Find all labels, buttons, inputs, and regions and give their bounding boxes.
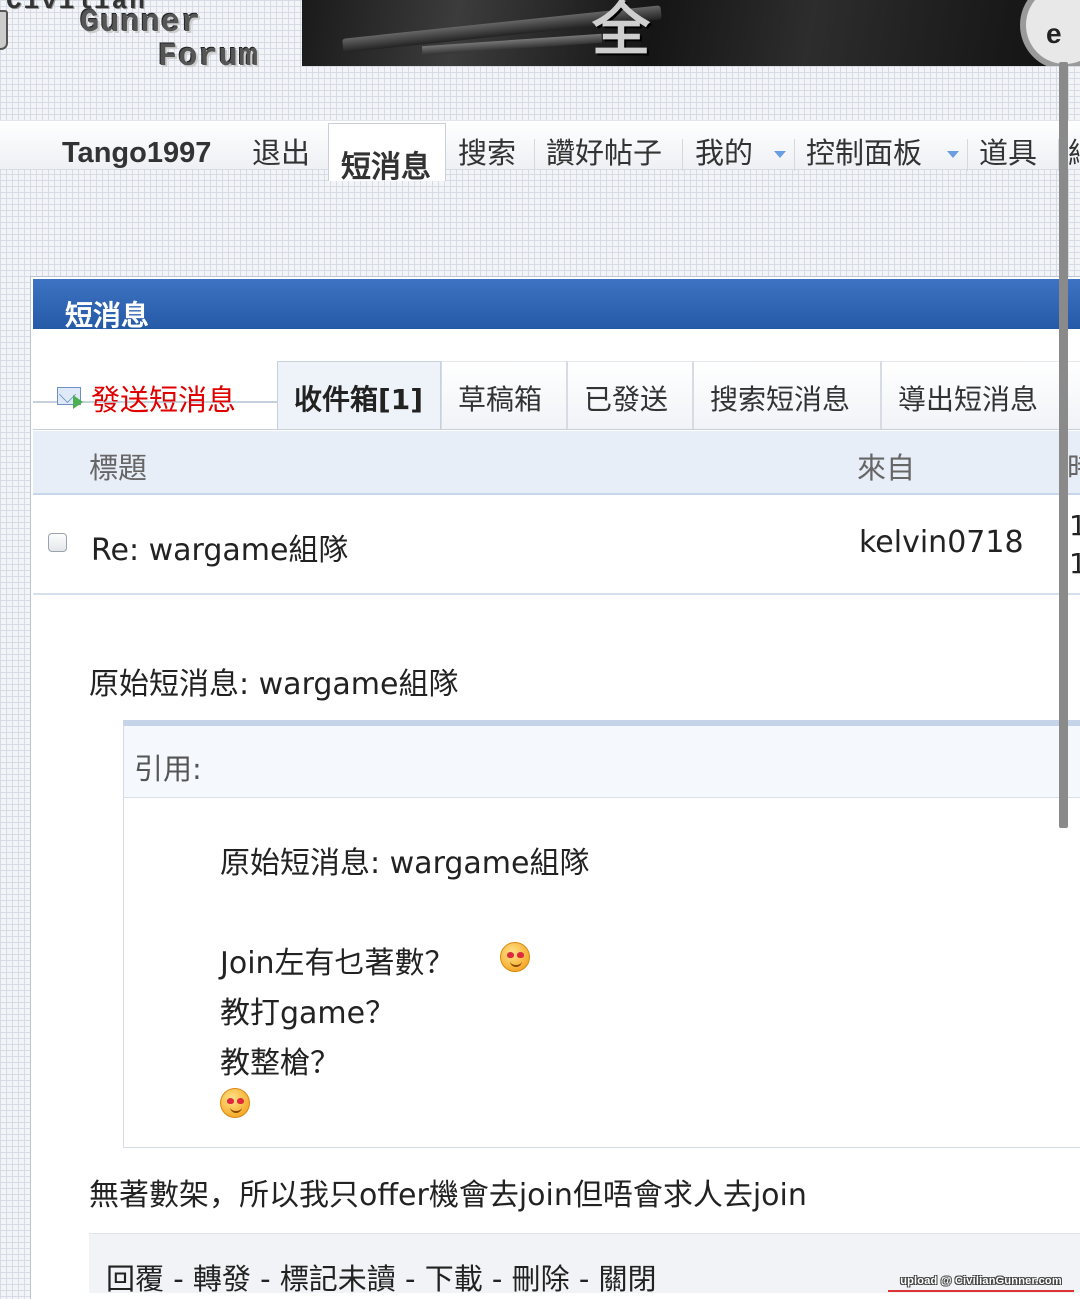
original-message-title: 原始短消息: wargame組隊 xyxy=(89,667,459,702)
nav-my-menu[interactable]: 我的 xyxy=(695,135,753,171)
tab-inbox[interactable]: 收件箱[1] xyxy=(277,361,441,429)
tab-sent-label: 已發送 xyxy=(584,383,669,416)
upload-watermark: upload @ CivilianGunner.com xyxy=(888,1274,1074,1292)
quote-line-text: Join左有乜著數？ xyxy=(220,946,455,981)
tab-export-messages[interactable]: 導出短消息 xyxy=(881,361,1080,429)
pm-tabs: 發送短消息 收件箱[1] 草稿箱 已發送 搜索短消息 導出短消息 xyxy=(33,337,1080,430)
banner-badge: e xyxy=(1020,0,1080,66)
message-actions-links[interactable]: 回覆 - 轉發 - 標記未讀 - 下載 - 刪除 - 關閉 xyxy=(106,1256,657,1298)
pm-panel-header: 短消息 xyxy=(33,279,1080,332)
top-nav: Tango1997 退出 短消息 搜索 讚好帖子 我的 控制面板 道具 網 xyxy=(0,120,1080,185)
nav-control-panel[interactable]: 控制面板 xyxy=(806,135,922,171)
nav-more[interactable]: 網 xyxy=(1068,135,1080,171)
tab-drafts-label: 草稿箱 xyxy=(458,383,543,416)
pm-panel: 短消息 發送短消息 收件箱[1] 草稿箱 已發送 搜索短消息 導出短消息 標題 … xyxy=(30,276,1080,1299)
nav-search[interactable]: 搜索 xyxy=(458,135,516,171)
select-checkbox[interactable] xyxy=(48,533,67,552)
reply-text: 無著數架，所以我只offer機會去join但唔會求人去join xyxy=(89,1178,807,1213)
quote-line: 教打game？ xyxy=(220,996,396,1031)
column-subject[interactable]: 標題 xyxy=(89,445,147,487)
tab-drafts[interactable]: 草稿箱 xyxy=(441,361,567,429)
pm-panel-title: 短消息 xyxy=(65,299,150,332)
tab-search-messages-label: 搜索短消息 xyxy=(710,383,851,416)
logo-line-2: Forum xyxy=(158,38,260,75)
tab-inbox-label: 收件箱[1] xyxy=(294,383,424,416)
nav-items[interactable]: 道具 xyxy=(979,135,1037,171)
nav-logout[interactable]: 退出 xyxy=(252,135,310,171)
site-logo[interactable]: Civilian Gunner Forum xyxy=(0,0,300,75)
page-scrollbar[interactable] xyxy=(1059,62,1068,828)
message-subject[interactable]: Re: wargame組隊 xyxy=(91,525,348,569)
nav-liked-posts[interactable]: 讚好帖子 xyxy=(546,135,662,171)
message-sender[interactable]: kelvin0718 xyxy=(859,525,1024,560)
nav-tab-messages[interactable]: 短消息 xyxy=(328,123,446,185)
smiley-love-icon xyxy=(220,1088,250,1118)
logo-shield-icon xyxy=(0,10,8,50)
nav-divider xyxy=(534,139,535,171)
nav-username[interactable]: Tango1997 xyxy=(62,135,211,171)
banner-slogan: 全 xyxy=(592,0,655,63)
tab-search-messages[interactable]: 搜索短消息 xyxy=(693,361,881,429)
message-date-line-1: 1 xyxy=(1069,509,1080,542)
control-panel-chevron-down-icon[interactable] xyxy=(947,151,959,158)
column-time[interactable]: 時 xyxy=(1067,445,1080,487)
column-from[interactable]: 來自 xyxy=(857,445,915,487)
nav-divider xyxy=(682,139,683,171)
nav-tab-messages-label: 短消息 xyxy=(341,150,431,185)
quote-line: 原始短消息: wargame組隊 xyxy=(220,846,590,881)
nav-divider xyxy=(794,139,795,171)
logo-line-1: Gunner xyxy=(80,4,202,41)
tab-export-messages-label: 導出短消息 xyxy=(898,383,1039,416)
send-message-label: 發送短消息 xyxy=(91,383,237,417)
banner-badge-text: e xyxy=(1046,18,1062,49)
table-row[interactable]: Re: wargame組隊 kelvin0718 1 1 xyxy=(33,497,1080,595)
message-date-line-2: 1 xyxy=(1069,547,1080,580)
quote-line: Join左有乜著數？ xyxy=(220,938,455,982)
quote-label: 引用: xyxy=(134,752,202,786)
send-arrow-icon xyxy=(73,395,83,409)
my-menu-chevron-down-icon[interactable] xyxy=(774,151,786,158)
tabs-bottom-line xyxy=(33,429,1080,430)
tab-sent[interactable]: 已發送 xyxy=(567,361,693,429)
quote-header: 引用: xyxy=(124,726,1080,798)
quote-line: 教整槍？ xyxy=(220,1046,340,1081)
message-table-header: 標題 來自 時 xyxy=(33,431,1080,495)
quote-block: 引用: 原始短消息: wargame組隊 Join左有乜著數？ 教打game？ … xyxy=(123,720,1080,1148)
nav-divider xyxy=(967,139,968,171)
header-banner[interactable]: 全 e xyxy=(302,0,1080,66)
smiley-kiss-icon xyxy=(500,942,530,972)
